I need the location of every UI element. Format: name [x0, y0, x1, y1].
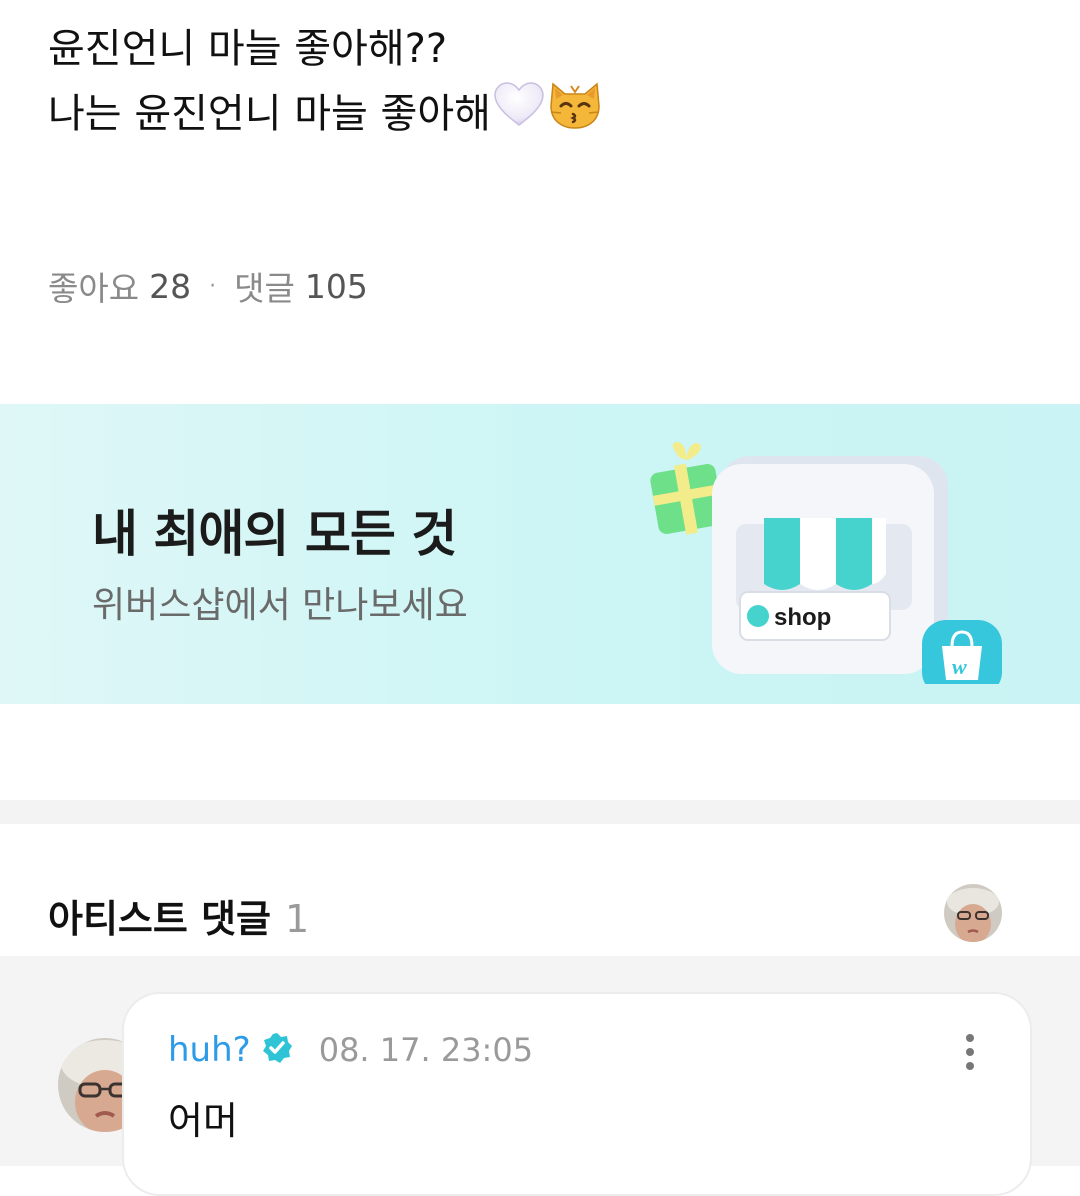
weverse-shop-banner[interactable]: 내 최애의 모든 것 위버스샵에서 만나보세요 shop w — [0, 404, 1080, 704]
section-divider — [0, 800, 1080, 824]
more-options-icon[interactable] — [958, 1032, 982, 1072]
likes-label[interactable]: 좋아요 — [48, 262, 139, 310]
verified-badge-icon — [261, 1032, 293, 1068]
comment-author-name[interactable]: huh? — [168, 1030, 251, 1070]
comments-label[interactable]: 댓글 — [234, 262, 295, 310]
banner-subtitle: 위버스샵에서 만나보세요 — [92, 585, 468, 626]
post-body: 윤진언니 마늘 좋아해?? 나는 윤진언니 마늘 좋아해 — [48, 18, 603, 148]
white-heart-icon — [493, 82, 545, 146]
stats-separator: · — [209, 273, 217, 299]
post-line-1-text: 윤진언니 마늘 좋아해?? — [48, 26, 448, 72]
shop-illustration: shop w — [640, 434, 1020, 696]
banner-badge-letter: w — [952, 654, 967, 679]
banner-title: 내 최애의 모든 것 — [92, 505, 457, 563]
comment-author-row: huh? 08. 17. 23:05 — [168, 1030, 533, 1070]
artist-comments-title: 아티스트 댓글 — [48, 897, 271, 941]
comment-text: 어머 — [168, 1099, 238, 1143]
artist-comment-card — [122, 992, 1032, 1196]
comments-count: 105 — [304, 266, 368, 306]
post-stats: 좋아요 28 · 댓글 105 — [48, 262, 368, 310]
artist-avatar-small[interactable] — [944, 884, 1002, 942]
artist-comments-count: 1 — [285, 897, 310, 941]
post-line-2-text: 나는 윤진언니 마늘 좋아해 — [48, 91, 491, 137]
banner-store-label: shop — [774, 604, 831, 631]
comment-timestamp: 08. 17. 23:05 — [318, 1031, 534, 1069]
post-line-2: 나는 윤진언니 마늘 좋아해 — [48, 80, 603, 148]
post-line-1: 윤진언니 마늘 좋아해?? — [48, 18, 603, 80]
kissing-cat-icon — [547, 80, 603, 148]
likes-count: 28 — [149, 266, 192, 306]
artist-comments-header: 아티스트 댓글 1 — [48, 888, 309, 943]
